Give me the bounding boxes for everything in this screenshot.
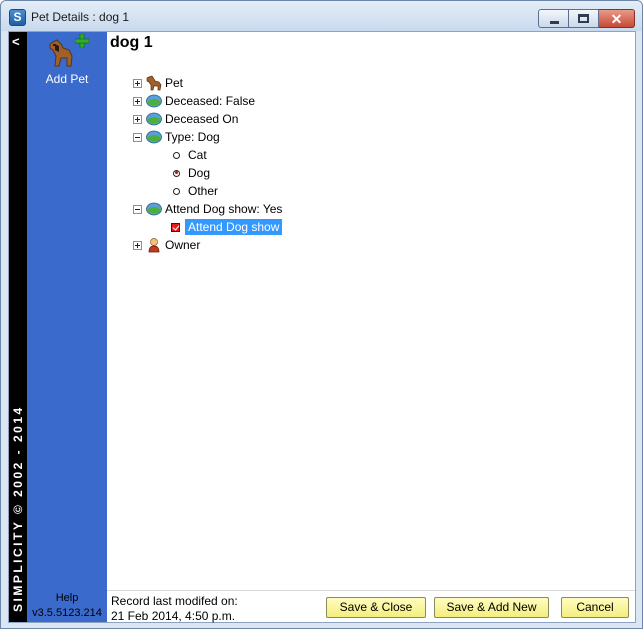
app-icon[interactable]: S (9, 9, 26, 26)
minimize-icon (550, 21, 559, 24)
radio-option-other[interactable]: Other (173, 182, 218, 200)
tree-label-deceased: Deceased: False (165, 94, 256, 108)
tree-label-type: Type: Dog (165, 130, 220, 144)
radio-option-cat[interactable]: Cat (173, 146, 207, 164)
record-title: dog 1 (110, 34, 153, 51)
field-icon (146, 94, 162, 108)
collapse-icon[interactable] (133, 204, 142, 214)
expand-icon[interactable] (133, 96, 142, 106)
radio-label: Dog (188, 166, 211, 180)
modified-label: Record last modifed on: (111, 594, 238, 608)
collapse-icon[interactable] (133, 132, 142, 142)
maximize-button[interactable] (569, 9, 599, 28)
radio-button[interactable] (173, 151, 180, 159)
tree-node-deceased[interactable]: Deceased: False (133, 92, 255, 110)
cancel-button[interactable]: Cancel (561, 597, 629, 618)
close-icon: ✕ (610, 11, 623, 27)
version-label: v3.5.5123.214 (32, 607, 102, 619)
expand-icon[interactable] (133, 78, 142, 88)
tree-node-attend-dog-show[interactable]: Attend Dog show: Yes (133, 200, 282, 218)
tree-node-owner[interactable]: Owner (133, 236, 200, 254)
tree-node-pet[interactable]: Pet (133, 74, 183, 92)
sidebar: Add Pet Help v3.5.5123.214 (27, 32, 107, 622)
add-pet-button[interactable]: Add Pet (39, 34, 95, 90)
expand-icon[interactable] (133, 114, 142, 124)
radio-option-dog[interactable]: Dog (173, 164, 210, 182)
add-pet-label: Add Pet (45, 72, 89, 86)
radio-label: Cat (188, 148, 207, 162)
tree-label-owner: Owner (165, 238, 201, 252)
pet-details-window: S Pet Details : dog 1 ✕ < SIMPLICITY © 2… (0, 0, 643, 629)
field-icon (146, 130, 162, 144)
brand-text: SIMPLICITY © 2002 - 2014 (11, 405, 25, 612)
footer-bar: Record last modifed on: 21 Feb 2014, 4:5… (107, 590, 635, 623)
tree-node-deceased-on[interactable]: Deceased On (133, 110, 238, 128)
help-link[interactable]: Help (27, 592, 107, 604)
main-panel: dog 1 Pet Deceased: False Deceased On Ty… (107, 32, 635, 590)
minimize-button[interactable] (538, 9, 569, 28)
dog-icon (49, 39, 73, 67)
radio-button-selected[interactable] (173, 169, 180, 177)
tree-label-attend-dog-show: Attend Dog show: Yes (165, 202, 283, 216)
modified-value: 21 Feb 2014, 4:50 p.m. (111, 609, 236, 623)
tree-label-pet: Pet (165, 76, 184, 90)
field-icon (146, 112, 162, 126)
save-add-new-button[interactable]: Save & Add New (434, 597, 549, 618)
maximize-icon (578, 14, 589, 23)
radio-button[interactable] (173, 187, 180, 195)
window-title: Pet Details : dog 1 (31, 10, 130, 24)
client-area: < SIMPLICITY © 2002 - 2014 Add Pet Help … (8, 31, 636, 623)
checkbox-attend-dog-show[interactable]: Attend Dog show (171, 218, 283, 236)
expand-icon[interactable] (133, 240, 142, 250)
field-icon (146, 202, 162, 216)
radio-label: Other (188, 184, 219, 198)
tree-node-type[interactable]: Type: Dog (133, 128, 220, 146)
dog-icon (146, 75, 162, 91)
close-button[interactable]: ✕ (599, 9, 635, 28)
checkbox-checked[interactable] (171, 222, 180, 232)
title-bar[interactable]: S Pet Details : dog 1 ✕ (1, 1, 642, 31)
save-close-button[interactable]: Save & Close (326, 597, 426, 618)
person-icon (148, 238, 160, 253)
collapse-sidebar-icon[interactable]: < (12, 34, 20, 49)
tree-label-deceased-on: Deceased On (165, 112, 239, 126)
plus-icon (75, 34, 89, 48)
brand-strip: < SIMPLICITY © 2002 - 2014 (9, 32, 27, 622)
checkbox-label: Attend Dog show (185, 219, 283, 235)
